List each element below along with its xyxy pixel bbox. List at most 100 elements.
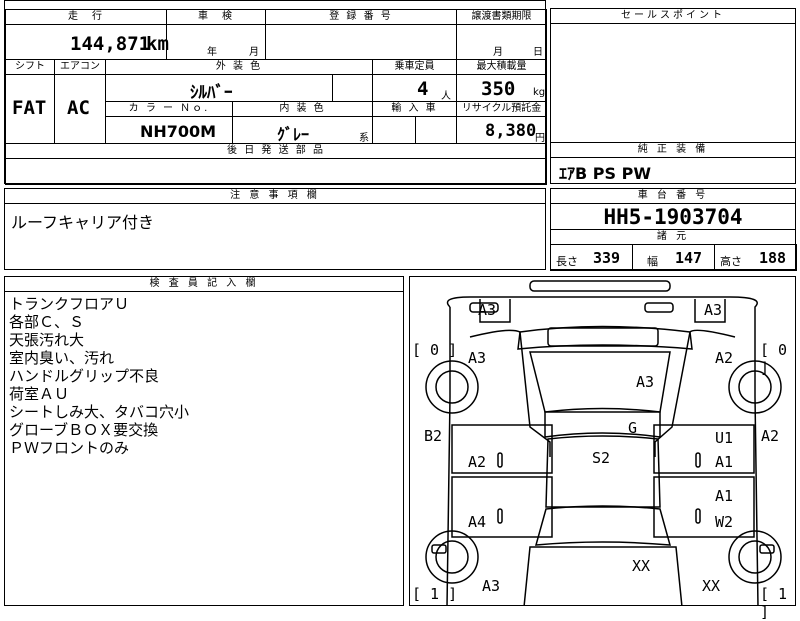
damage-code-roof-center: S2 xyxy=(592,449,611,467)
inspector-notes-block: 検 査 員 記 入 欄 トランクフロアＵ 各部Ｃ、Ｓ 天張汚れ大 室内臭い、汚れ… xyxy=(4,276,404,606)
aircon-header: エアコン xyxy=(54,59,106,75)
transfer-cell: 月 日 xyxy=(456,24,547,60)
note-line: ＰＷフロントのみ xyxy=(9,439,130,457)
car-outline-diagram xyxy=(425,280,782,605)
tire-code-rear-right: [ 0 ] xyxy=(760,341,788,377)
caution-block: 注 意 事 項 欄 ルーフキャリア付き xyxy=(4,188,546,270)
color-no-header: カ ラ ー Ｎｏ. xyxy=(105,101,233,117)
damage-code-rear-door-right-top: U1 xyxy=(715,429,734,447)
note-line: 室内臭い、汚れ xyxy=(9,349,115,367)
capacity-header: 乗車定員 xyxy=(372,59,457,75)
width-label: 幅 xyxy=(647,255,658,268)
specs-block: 諸 元 長さ 339 幅 147 高さ 188 xyxy=(550,229,797,271)
note-line: ハンドルグリップ不良 xyxy=(9,367,160,385)
aircon-value: AC xyxy=(67,97,90,119)
specs-height-cell: 高さ 188 xyxy=(714,244,797,271)
damage-code-front-right: XX xyxy=(702,577,721,595)
max-load-header: 最大積載量 xyxy=(456,59,547,75)
exterior-color-header: 外 装 色 xyxy=(105,59,373,75)
vehicle-info-block: 走 行 車 検 登 録 番 号 譲渡書類期限 144,871 km 年 月 月 … xyxy=(4,0,547,185)
aircon-cell: AC xyxy=(54,74,106,144)
inspection-year-unit: 年 xyxy=(207,47,217,58)
damage-code-rear-door-right-side: A2 xyxy=(761,427,780,445)
length-value: 339 xyxy=(593,249,621,267)
interior-color-cell: ｸﾞﾚｰ 系 xyxy=(232,116,373,144)
interior-color-suffix: 系 xyxy=(359,133,369,144)
genuine-equipment-value: ｴｱB PS PW xyxy=(559,164,651,183)
max-load-value: 350 xyxy=(481,78,516,100)
recycle-value: 8,380 xyxy=(485,121,537,141)
inspection-month-unit: 月 xyxy=(249,47,259,58)
chassis-value: HH5-1903704 xyxy=(603,205,743,229)
import-cell-a xyxy=(372,116,416,144)
chassis-block: 車 台 番 号 HH5-1903704 xyxy=(550,188,796,230)
damage-code-rear-left: A3 xyxy=(478,301,497,319)
exterior-color-value: ｼﾙﾊﾞｰ xyxy=(190,83,233,103)
shift-cell: FAT xyxy=(5,74,55,144)
specs-header: 諸 元 xyxy=(551,230,795,245)
exterior-color-extra-cell xyxy=(332,74,373,102)
mileage-cell: 144,871 km xyxy=(5,24,169,60)
damage-code-rear-quarter-left: A3 xyxy=(468,349,487,367)
damage-code-rear-quarter-right: A2 xyxy=(715,349,734,367)
height-value: 188 xyxy=(759,249,787,267)
car-diagram-block: A3 A3 [ 0 ] [ 0 ] A3 A2 A3 G S2 B2 A2 A2… xyxy=(409,276,796,621)
note-line: 天張汚れ大 xyxy=(9,331,85,349)
shift-header: シフト xyxy=(5,59,55,75)
note-line: トランクフロアＵ xyxy=(9,295,130,313)
mileage-header: 走 行 xyxy=(5,9,167,25)
damage-code-rear-door-left-side: B2 xyxy=(424,427,443,445)
inspection-header: 車 検 xyxy=(166,9,266,25)
transfer-header: 譲渡書類期限 xyxy=(456,9,547,25)
exterior-color-cell: ｼﾙﾊﾞｰ xyxy=(105,74,333,103)
capacity-unit: 人 xyxy=(441,91,451,102)
inspector-notes-header: 検 査 員 記 入 欄 xyxy=(5,277,403,292)
registration-cell xyxy=(265,24,457,60)
note-line: 荷室ＡＵ xyxy=(9,385,70,403)
inspection-cell: 年 月 xyxy=(166,24,266,60)
chassis-header: 車 台 番 号 xyxy=(551,189,795,204)
shift-value: FAT xyxy=(12,97,47,119)
tire-code-front-left: [ 1 ] xyxy=(412,585,458,603)
color-no-cell: NH700M xyxy=(105,116,233,144)
recycle-header: リサイクル預託金 xyxy=(456,101,547,117)
registration-header: 登 録 番 号 xyxy=(265,9,457,25)
capacity-cell: 4 人 xyxy=(372,74,457,102)
damage-code-glass: G xyxy=(628,419,638,437)
damage-code-front-door-left: A4 xyxy=(468,513,487,531)
interior-color-value: ｸﾞﾚｰ xyxy=(277,125,310,144)
note-line: 各部Ｃ、Ｓ xyxy=(9,313,85,331)
tire-code-front-right: [ 1 ] xyxy=(760,585,788,621)
recycle-cell: 8,380 円 xyxy=(456,116,547,144)
note-line: シートしみ大、タバコ穴小 xyxy=(9,403,190,421)
damage-code-front-door-right-bottom: W2 xyxy=(715,513,734,531)
damage-code-hood: XX xyxy=(632,557,651,575)
tire-code-rear-left: [ 0 ] xyxy=(412,341,458,359)
transfer-month-unit: 月 xyxy=(493,47,503,58)
damage-code-rear-door-right-bottom: A1 xyxy=(715,453,734,471)
recycle-unit: 円 xyxy=(535,133,545,144)
damage-code-roof: A3 xyxy=(636,373,655,391)
import-header: 輸 入 車 xyxy=(372,101,457,117)
caution-value: ルーフキャリア付き xyxy=(11,213,155,232)
genuine-equipment-header: 純 正 装 備 xyxy=(551,143,795,158)
specs-length-cell: 長さ 339 xyxy=(550,244,633,271)
sales-point-header: セールスポイント xyxy=(551,9,795,24)
later-parts-header: 後 日 発 送 部 品 xyxy=(5,143,547,159)
capacity-value: 4 xyxy=(417,78,429,100)
width-value: 147 xyxy=(675,249,703,267)
genuine-equipment-block: 純 正 装 備 ｴｱB PS PW xyxy=(550,142,796,184)
damage-code-rear-right: A3 xyxy=(704,301,723,319)
max-load-unit: kg xyxy=(533,87,546,98)
mileage-value: 144,871 xyxy=(70,33,151,55)
color-no-value: NH700M xyxy=(140,122,217,141)
inspector-notes-list: トランクフロアＵ 各部Ｃ、Ｓ 天張汚れ大 室内臭い、汚れ ハンドルグリップ不良 … xyxy=(9,295,189,457)
length-label: 長さ xyxy=(556,255,578,268)
caution-header: 注 意 事 項 欄 xyxy=(5,189,545,204)
damage-code-front-door-right-top: A1 xyxy=(715,487,734,505)
height-label: 高さ xyxy=(720,255,742,268)
damage-code-front-left: A3 xyxy=(482,577,501,595)
import-cell-b xyxy=(415,116,457,144)
transfer-day-unit: 日 xyxy=(533,47,543,58)
interior-color-header: 内 装 色 xyxy=(232,101,373,117)
